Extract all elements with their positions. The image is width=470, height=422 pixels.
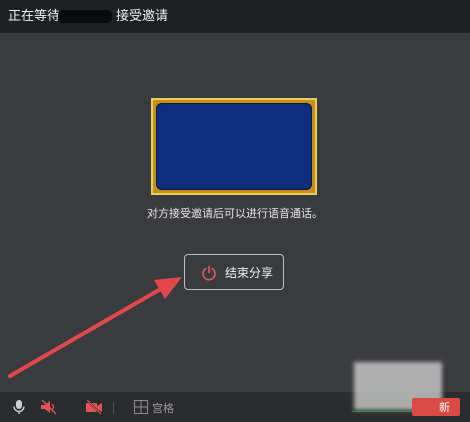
preview-screen [156, 103, 312, 190]
shared-screen-preview [151, 98, 317, 195]
grid-icon[interactable] [134, 400, 148, 414]
status-underline [352, 411, 412, 412]
title-suffix: 接受邀请 [116, 9, 169, 24]
waiting-info-text: 对方接受邀请后可以进行语音通话。 [147, 207, 323, 220]
title-bar: 正在等待 接受邀请 [0, 0, 470, 33]
end-share-label: 结束分享 [225, 266, 274, 280]
end-share-button[interactable]: 结束分享 [184, 254, 284, 290]
end-call-label: 新 [439, 401, 450, 414]
title-prefix: 正在等待 [8, 9, 61, 24]
preview-frame [153, 100, 315, 193]
end-call-button[interactable]: 新 [412, 398, 460, 416]
toolbar-separator [113, 402, 114, 414]
microphone-icon[interactable] [10, 399, 28, 415]
speaker-muted-icon[interactable] [40, 399, 58, 415]
power-icon [202, 265, 216, 281]
redacted-contact-name [58, 10, 112, 23]
camera-off-icon[interactable] [85, 399, 103, 415]
grid-view-label[interactable]: 宫格 [152, 400, 174, 416]
